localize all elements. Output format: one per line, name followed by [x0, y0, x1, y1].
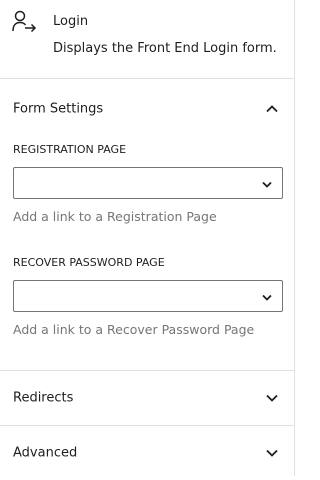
block-card: Login Displays the Front End Login form.	[0, 0, 294, 78]
panel-title-form-settings: Form Settings	[13, 101, 104, 117]
recover-password-page-label: RECOVER PASSWORD PAGE	[13, 256, 165, 269]
chevron-down-icon	[264, 445, 280, 461]
panel-toggle-form-settings[interactable]: Form Settings	[0, 82, 294, 136]
user-login-icon	[12, 10, 38, 34]
chevron-down-icon	[260, 176, 274, 190]
panel-toggle-advanced[interactable]: Advanced	[0, 426, 294, 480]
registration-page-select[interactable]	[13, 167, 283, 199]
block-description: Displays the Front End Login form.	[53, 41, 277, 56]
recover-password-page-help: Add a link to a Recover Password Page	[13, 322, 255, 337]
chevron-down-icon	[260, 289, 274, 303]
block-title: Login	[53, 14, 89, 29]
panel-title-advanced: Advanced	[13, 445, 78, 461]
sidebar-edge-border	[294, 0, 295, 476]
chevron-up-icon	[264, 101, 280, 117]
recover-password-page-select[interactable]	[13, 280, 283, 312]
panel-title-redirects: Redirects	[13, 390, 74, 406]
registration-page-label: REGISTRATION PAGE	[13, 143, 127, 156]
chevron-down-icon	[264, 390, 280, 406]
registration-page-help: Add a link to a Registration Page	[13, 209, 217, 224]
divider	[0, 78, 294, 79]
panel-toggle-redirects[interactable]: Redirects	[0, 371, 294, 425]
